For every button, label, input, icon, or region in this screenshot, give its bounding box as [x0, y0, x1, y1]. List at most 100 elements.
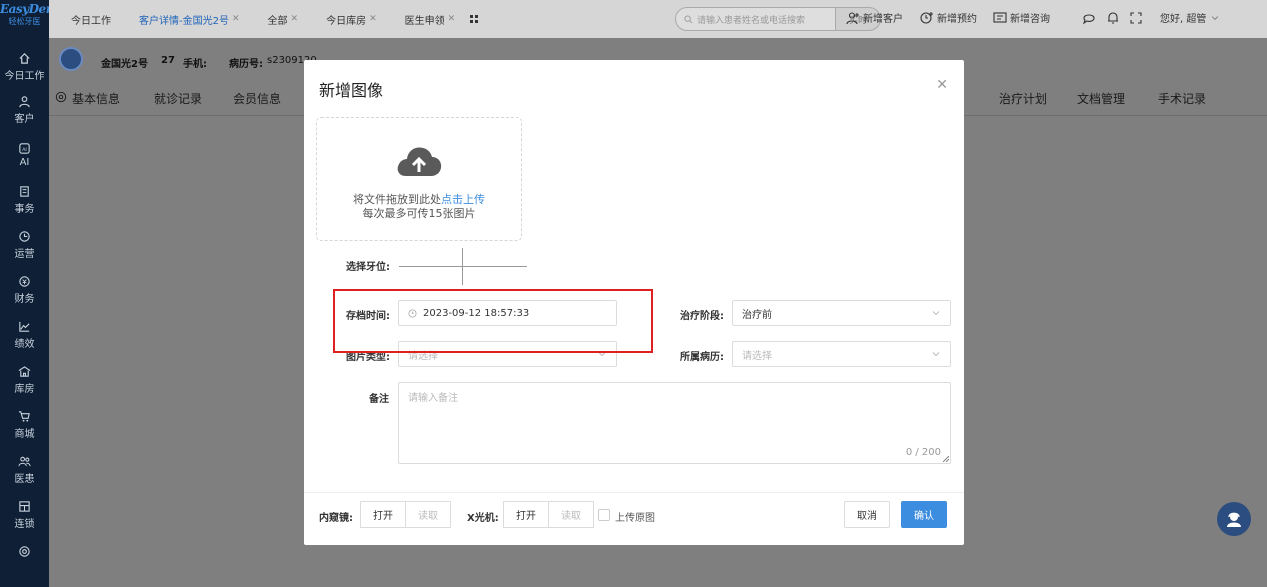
- svg-text:AI: AI: [22, 146, 27, 152]
- tab-label: 客户详情-金国光2号: [139, 15, 229, 27]
- tab-visit-records[interactable]: 就诊记录: [154, 90, 202, 107]
- close-icon[interactable]: ✕: [291, 14, 299, 24]
- note-textarea[interactable]: 请输入备注 0 / 200: [398, 382, 951, 464]
- sidebar-item-affairs[interactable]: 事务: [0, 177, 49, 222]
- warehouse-icon: [18, 365, 31, 377]
- home-icon: [19, 53, 30, 64]
- chart-icon: [19, 321, 30, 332]
- note-label: 备注: [369, 394, 389, 405]
- fullscreen-icon[interactable]: [1129, 11, 1143, 25]
- sidebar-item-ai[interactable]: AI AI: [0, 132, 49, 177]
- cart-icon: [18, 410, 30, 422]
- sidebar-item-label: 客户: [14, 113, 35, 125]
- tab-label: 今日库房: [326, 15, 367, 27]
- new-customer-button[interactable]: 新增客户: [846, 10, 903, 25]
- tooth-chart-vertical[interactable]: [462, 248, 463, 285]
- sidebar-item-mall[interactable]: 商城: [0, 402, 49, 447]
- cancel-button[interactable]: 取消: [844, 501, 890, 528]
- tab-basic-info[interactable]: 基本信息: [72, 90, 120, 107]
- add-user-icon: [846, 11, 859, 24]
- user-icon: [19, 95, 30, 107]
- tooth-chart-horizontal[interactable]: [399, 266, 527, 267]
- sidebar-item-label: 今日工作: [4, 71, 45, 82]
- tab-customer-detail[interactable]: 客户详情-金国光2号 ✕: [125, 12, 254, 27]
- search-icon: [684, 14, 693, 23]
- upload-link[interactable]: 点击上传: [441, 193, 485, 206]
- upload-original-checkbox[interactable]: [598, 509, 610, 521]
- tab-today-work[interactable]: 今日工作: [49, 12, 125, 27]
- upload-text: 将文件拖放到此处: [353, 193, 441, 206]
- note-char-count: 0 / 200: [905, 447, 941, 458]
- tab-today-warehouse[interactable]: 今日库房 ✕: [312, 12, 391, 27]
- sidebar-item-customer[interactable]: 客户: [0, 87, 49, 132]
- endoscope-open-button[interactable]: 打开: [360, 501, 406, 528]
- gear-icon: [55, 91, 67, 103]
- tooth-position-label: 选择牙位:: [346, 262, 390, 273]
- sidebar-item-chain[interactable]: 连锁: [0, 492, 49, 537]
- message-icon: [993, 11, 1007, 23]
- sidebar-item-more[interactable]: [0, 537, 49, 567]
- new-customer-label: 新增客户: [863, 14, 903, 25]
- upload-hint: 每次最多可传15张图片: [362, 207, 476, 220]
- sidebar-item-finance[interactable]: 财务: [0, 267, 49, 312]
- chevron-down-icon: [1212, 15, 1219, 20]
- sidebar-item-label: 商城: [14, 428, 35, 440]
- tab-document-management[interactable]: 文档管理: [1077, 90, 1125, 107]
- search-placeholder: 请输入患者姓名或电话搜索: [697, 15, 806, 26]
- confirm-button[interactable]: 确认: [901, 501, 947, 528]
- tab-member-info[interactable]: 会员信息: [233, 90, 281, 107]
- chevron-down-icon: [932, 311, 940, 316]
- sidebar-item-doctor-patient[interactable]: 医患: [0, 447, 49, 492]
- record-select[interactable]: 请选择: [732, 341, 951, 367]
- user-menu[interactable]: 您好, 超管: [1160, 10, 1223, 25]
- customer-support-button[interactable]: [1217, 502, 1251, 536]
- close-icon[interactable]: ✕: [232, 14, 240, 24]
- close-icon[interactable]: ✕: [369, 14, 377, 24]
- resize-handle-icon[interactable]: [943, 456, 949, 462]
- sidebar-item-label: 库房: [14, 383, 35, 395]
- sidebar-item-warehouse[interactable]: 库房: [0, 357, 49, 402]
- sidebar-item-performance[interactable]: 绩效: [0, 312, 49, 357]
- endoscope-read-button[interactable]: 读取: [405, 501, 451, 528]
- people-icon: [18, 456, 31, 466]
- sidebar-item-operation[interactable]: 运营: [0, 222, 49, 267]
- tab-treatment-plan[interactable]: 治疗计划: [999, 90, 1047, 107]
- tab-doctor-request[interactable]: 医生申领 ✕: [391, 12, 494, 27]
- ai-icon: AI: [19, 142, 30, 154]
- upload-original-label[interactable]: 上传原图: [615, 509, 655, 524]
- close-icon[interactable]: ✕: [936, 77, 948, 93]
- note-placeholder: 请输入备注: [408, 393, 458, 404]
- treatment-stage-select[interactable]: 治疗前: [732, 300, 951, 326]
- xray-open-button[interactable]: 打开: [503, 501, 549, 528]
- tab-surgery-records[interactable]: 手术记录: [1158, 90, 1206, 107]
- bell-icon[interactable]: [1106, 11, 1120, 25]
- xray-read-button[interactable]: 读取: [548, 501, 594, 528]
- chain-icon: [19, 500, 30, 512]
- sidebar: EasyDent 轻松牙医 今日工作 客户 AI AI 事务 运营 财务 绩效 …: [0, 0, 59, 587]
- endoscope-label: 内窥镜:: [319, 513, 353, 524]
- app-logo[interactable]: EasyDent 轻松牙医: [0, 0, 59, 40]
- record-placeholder: 请选择: [742, 350, 772, 362]
- sidebar-item-label: 运营: [14, 248, 35, 260]
- upload-dropzone[interactable]: 将文件拖放到此处点击上传 每次最多可传15张图片: [316, 117, 522, 241]
- close-icon[interactable]: ✕: [448, 14, 456, 24]
- new-appointment-label: 新增预约: [937, 14, 977, 25]
- tab-label: 全部: [267, 15, 288, 27]
- tab-label: 今日工作: [71, 15, 111, 27]
- tab-label: 医生申领: [404, 15, 445, 27]
- highlight-box: [333, 289, 653, 353]
- grid-icon[interactable]: [469, 14, 479, 24]
- phone-label: 手机:: [183, 59, 207, 70]
- sidebar-item-today[interactable]: 今日工作: [0, 47, 49, 87]
- new-consult-button[interactable]: 新增咨询: [993, 10, 1050, 25]
- logo-text: EasyDent: [0, 2, 59, 16]
- new-appointment-button[interactable]: 新增预约: [920, 10, 977, 25]
- xray-label: X光机:: [467, 513, 499, 524]
- sidebar-item-label: 医患: [14, 473, 35, 485]
- chat-icon[interactable]: [1082, 11, 1096, 25]
- patient-name: 金国光2号: [101, 59, 148, 70]
- clock-icon: [19, 230, 30, 242]
- top-bar: 今日工作 客户详情-金国光2号 ✕ 全部 ✕ 今日库房 ✕ 医生申领 ✕ 请输入…: [49, 0, 1267, 38]
- footer-divider: [304, 492, 964, 493]
- tab-all[interactable]: 全部 ✕: [254, 12, 313, 27]
